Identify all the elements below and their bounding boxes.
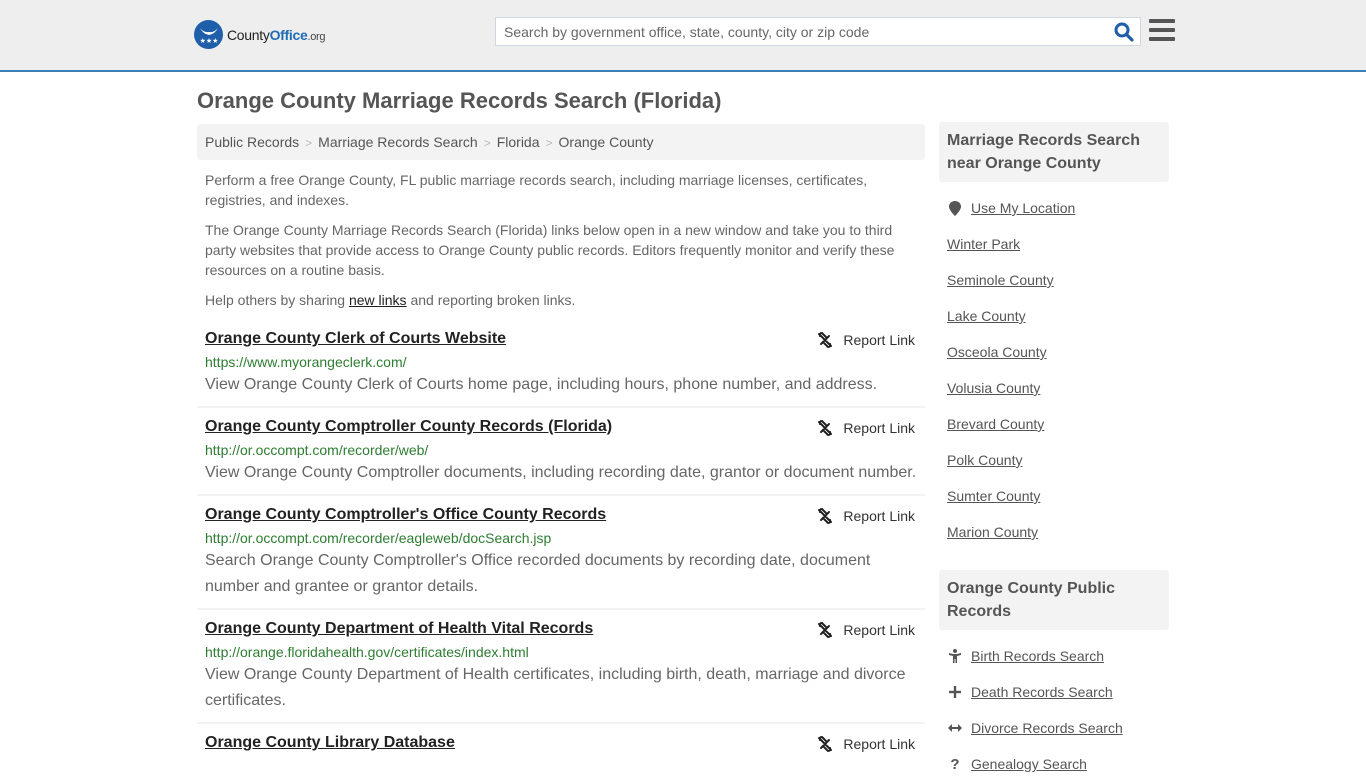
nearby-item: Winter Park (947, 226, 1161, 262)
map-marker-icon (947, 200, 963, 216)
search-button[interactable] (1114, 22, 1134, 42)
breadcrumb-florida[interactable]: Florida (497, 134, 540, 150)
death-records-link[interactable]: Death Records Search (971, 684, 1113, 700)
search-input[interactable] (496, 18, 1096, 45)
search-box (495, 17, 1141, 46)
result-url: http://or.occompt.com/recorder/web/ (205, 442, 429, 458)
menu-bar (1149, 28, 1175, 32)
nearby-link[interactable]: Osceola County (947, 344, 1047, 360)
result-item: Orange County Department of Health Vital… (197, 610, 925, 724)
nearby-link[interactable]: Sumter County (947, 488, 1040, 504)
intro-text: Perform a free Orange County, FL public … (205, 170, 917, 320)
breadcrumb-orange-county[interactable]: Orange County (559, 134, 654, 150)
genealogy-search-link[interactable]: Genealogy Search (971, 756, 1087, 772)
broken-link-icon (818, 332, 833, 348)
arrows-horizontal-icon (947, 723, 963, 733)
result-description: View Orange County Comptroller documents… (205, 464, 917, 481)
use-my-location-link[interactable]: Use My Location (971, 200, 1075, 216)
nearby-item: Seminole County (947, 262, 1161, 298)
broken-link-icon (818, 622, 833, 638)
nearby-item: Osceola County (947, 334, 1161, 370)
intro-paragraph: Perform a free Orange County, FL public … (205, 172, 868, 208)
result-title-link[interactable]: Orange County Library Database (205, 734, 455, 752)
eagle-logo-icon: ★★★ (194, 20, 223, 49)
menu-bar (1149, 37, 1175, 41)
result-title-link[interactable]: Orange County Department of Health Vital… (205, 620, 593, 638)
new-links-link[interactable]: new links (349, 292, 407, 308)
report-link-button[interactable]: Report Link (817, 332, 915, 348)
report-link-button[interactable]: Report Link (817, 508, 915, 524)
result-item: Orange County Clerk of Courts Website Re… (197, 320, 925, 408)
site-logo[interactable]: ★★★ CountyOffice.org (194, 20, 326, 49)
nearby-link[interactable]: Polk County (947, 452, 1022, 468)
result-url: http://or.occompt.com/recorder/eagleweb/… (205, 530, 552, 546)
nearby-link[interactable]: Marion County (947, 524, 1038, 540)
site-header: ★★★ CountyOffice.org (0, 0, 1366, 72)
public-record-item: Divorce Records Search (947, 710, 1161, 746)
page-title: Orange County Marriage Records Search (F… (197, 88, 722, 113)
result-url: https://www.myorangeclerk.com/ (205, 354, 407, 370)
nearby-link[interactable]: Volusia County (947, 380, 1040, 396)
breadcrumb-marriage-records[interactable]: Marriage Records Search (318, 134, 478, 150)
nearby-list: Use My Location Winter Park Seminole Cou… (939, 182, 1169, 550)
plus-icon (947, 686, 963, 698)
divorce-records-link[interactable]: Divorce Records Search (971, 720, 1123, 736)
public-record-item: Death Records Search (947, 674, 1161, 710)
menu-bar (1149, 19, 1175, 23)
result-item: Orange County Library Database Report Li… (197, 724, 925, 760)
birth-records-link[interactable]: Birth Records Search (971, 648, 1104, 664)
nearby-heading: Marriage Records Search near Orange Coun… (939, 122, 1169, 182)
breadcrumb: Public Records > Marriage Records Search > F… (197, 124, 925, 160)
breadcrumb-public-records[interactable]: Public Records (205, 134, 299, 150)
report-link-button[interactable]: Report Link (817, 622, 915, 638)
report-link-button[interactable]: Report Link (817, 420, 915, 436)
search-icon (1114, 22, 1134, 42)
broken-link-icon (818, 420, 833, 436)
sidebar: Marriage Records Search near Orange Coun… (939, 122, 1169, 782)
result-description: Search Orange County Comptroller's Offic… (205, 552, 871, 595)
result-title-link[interactable]: Orange County Comptroller County Records… (205, 418, 612, 436)
nearby-item: Brevard County (947, 406, 1161, 442)
hamburger-menu-button[interactable] (1149, 19, 1175, 43)
public-records-list: Birth Records Search Death Records Searc… (939, 630, 1169, 782)
public-record-item: Birth Records Search (947, 638, 1161, 674)
result-title-link[interactable]: Orange County Clerk of Courts Website (205, 330, 506, 348)
share-links-paragraph: Help others by sharing new links and rep… (205, 292, 576, 308)
nearby-item: Volusia County (947, 370, 1161, 406)
breadcrumb-separator: > (545, 136, 553, 150)
public-record-item: ? Genealogy Search (947, 746, 1161, 782)
nearby-item: Lake County (947, 298, 1161, 334)
result-description: View Orange County Department of Health … (205, 666, 906, 709)
results-list: Orange County Clerk of Courts Website Re… (197, 320, 925, 760)
question-icon: ? (950, 755, 960, 773)
use-location-item: Use My Location (947, 190, 1161, 226)
breadcrumb-separator: > (483, 136, 491, 150)
child-icon (947, 649, 963, 663)
public-records-heading: Orange County Public Records (939, 570, 1169, 630)
svg-text:★★★: ★★★ (199, 37, 218, 45)
nearby-link[interactable]: Lake County (947, 308, 1026, 324)
nearby-item: Polk County (947, 442, 1161, 478)
result-item: Orange County Comptroller's Office Count… (197, 496, 925, 610)
result-title-link[interactable]: Orange County Comptroller's Office Count… (205, 506, 606, 524)
nearby-item: Sumter County (947, 478, 1161, 514)
result-description: View Orange County Clerk of Courts home … (205, 376, 878, 393)
result-item: Orange County Comptroller County Records… (197, 408, 925, 496)
nearby-link[interactable]: Brevard County (947, 416, 1044, 432)
broken-link-icon (818, 736, 833, 752)
result-url: http://orange.floridahealth.gov/certific… (205, 644, 529, 660)
broken-link-icon (818, 508, 833, 524)
intro-paragraph: The Orange County Marriage Records Searc… (205, 222, 895, 278)
logo-wordmark: CountyOffice.org (227, 26, 326, 43)
nearby-item: Marion County (947, 514, 1161, 550)
report-link-button[interactable]: Report Link (817, 736, 915, 752)
nearby-link[interactable]: Seminole County (947, 272, 1054, 288)
nearby-link[interactable]: Winter Park (947, 236, 1020, 252)
breadcrumb-separator: > (305, 136, 313, 150)
